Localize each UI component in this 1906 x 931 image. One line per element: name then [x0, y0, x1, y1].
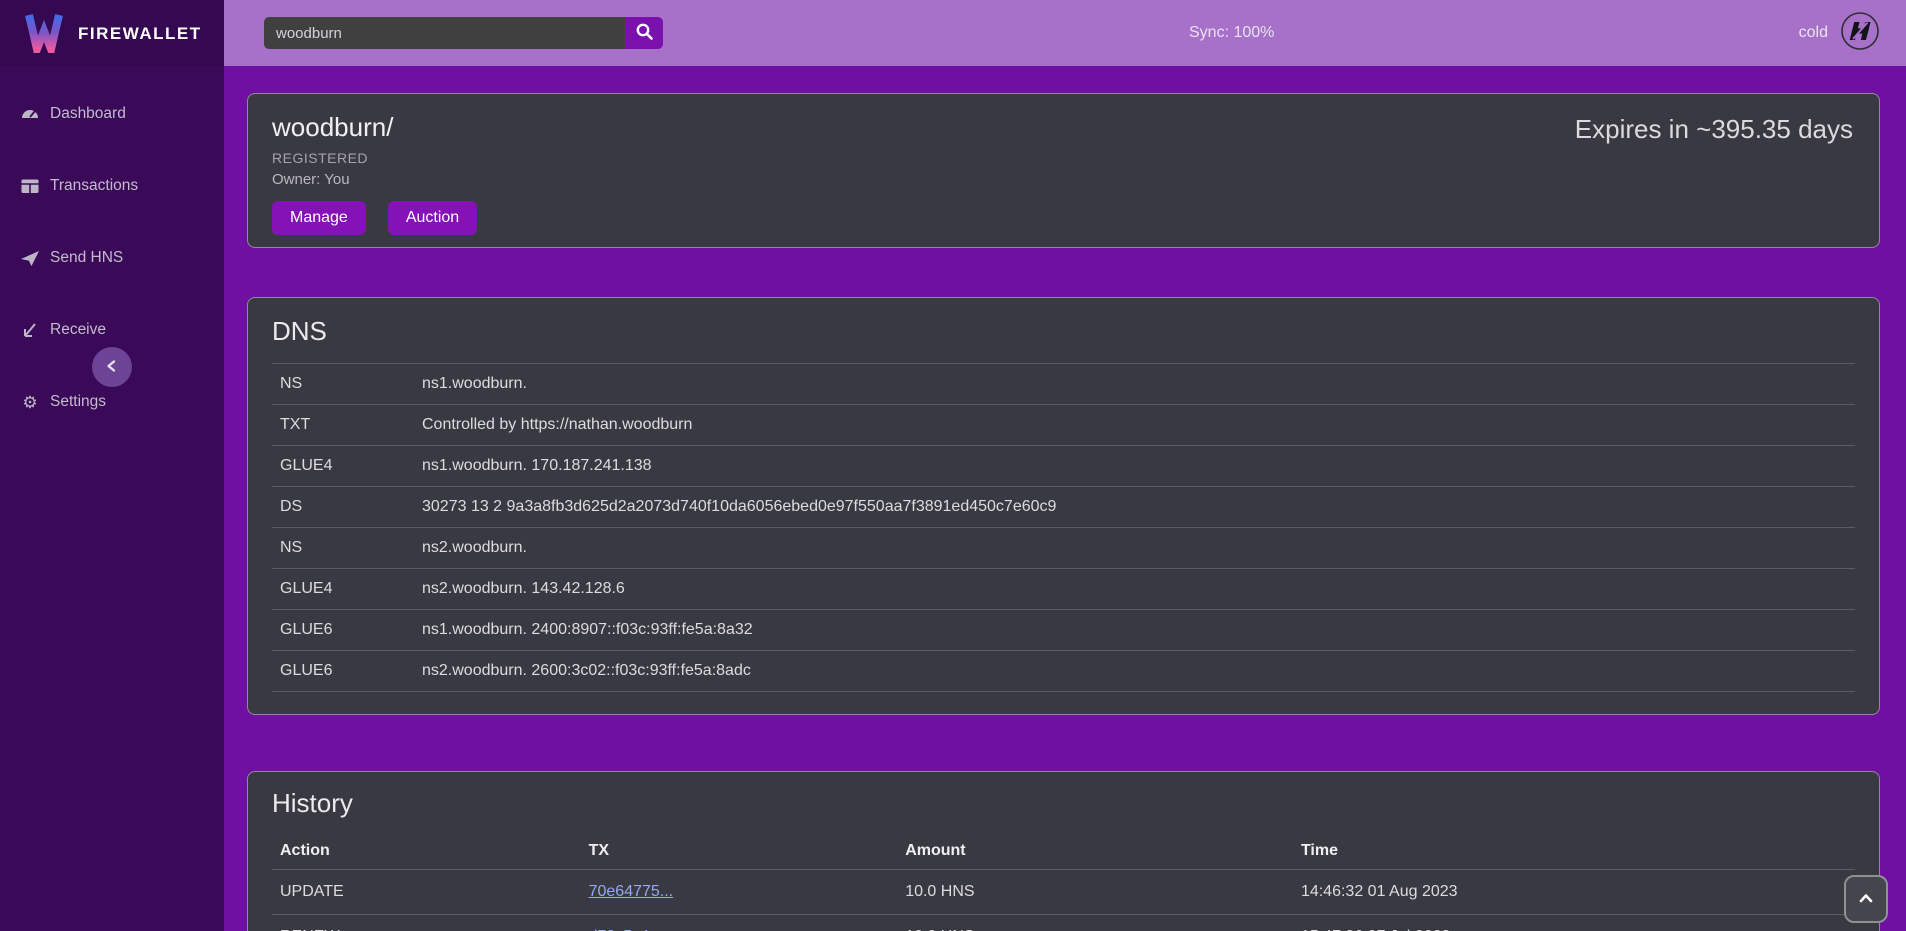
sidebar-item-label: Send HNS — [50, 249, 123, 267]
dns-record-value: ns2.woodburn. 2600:3c02::f03c:93ff:fe5a:… — [422, 651, 1855, 692]
dns-record-row: GLUE4 ns1.woodburn. 170.187.241.138 — [272, 446, 1855, 487]
dns-record-value: 30273 13 2 9a3a8fb3d625d2a2073d740f10da6… — [422, 487, 1855, 528]
dns-record-type: TXT — [272, 405, 422, 446]
handshake-logo-icon — [1840, 11, 1880, 56]
history-amount: 10.0 HNS — [905, 869, 1301, 914]
dns-record-value: ns1.woodburn. — [422, 364, 1855, 405]
history-card: History Action TX Amount Time UPDATE 70e… — [247, 771, 1880, 931]
receive-arrow-icon — [20, 320, 40, 340]
dns-record-value: ns1.woodburn. 170.187.241.138 — [422, 446, 1855, 487]
history-col-tx: TX — [589, 833, 906, 869]
dns-record-row: NS ns2.woodburn. — [272, 528, 1855, 569]
search-button[interactable] — [625, 17, 663, 49]
history-action: RENEW — [272, 914, 589, 931]
manage-button[interactable]: Manage — [272, 201, 366, 235]
send-plane-icon — [20, 248, 40, 268]
dns-record-type: GLUE6 — [272, 651, 422, 692]
domain-owner: Owner: You — [272, 171, 1855, 188]
dns-record-value: ns1.woodburn. 2400:8907::f03c:93ff:fe5a:… — [422, 610, 1855, 651]
topbar: Sync: 100% cold — [224, 0, 1906, 66]
history-action: UPDATE — [272, 869, 589, 914]
dns-card: DNS NS ns1.woodburn. TXT Controlled by h… — [247, 297, 1880, 715]
history-col-time: Time — [1301, 833, 1855, 869]
sidebar-item-send-hns[interactable]: Send HNS — [0, 234, 224, 282]
sidebar-item-label: Dashboard — [50, 105, 126, 123]
history-row: UPDATE 70e64775... 10.0 HNS 14:46:32 01 … — [272, 869, 1855, 914]
history-col-action: Action — [272, 833, 589, 869]
dns-record-type: GLUE6 — [272, 610, 422, 651]
chevron-left-icon — [104, 358, 120, 377]
dashboard-gauge-icon — [20, 104, 40, 124]
dns-record-row: DS 30273 13 2 9a3a8fb3d625d2a2073d740f10… — [272, 487, 1855, 528]
domain-status: REGISTERED — [272, 150, 1855, 166]
sidebar-item-label: Receive — [50, 321, 106, 339]
app-logo: FIREWALLET — [0, 0, 224, 66]
search-group — [264, 17, 663, 49]
dns-record-type: NS — [272, 364, 422, 405]
history-row: RENEW d73c5c4... 10.0 HNS 15:47:36 07 Ju… — [272, 914, 1855, 931]
sidebar-item-label: Settings — [50, 393, 106, 411]
tx-link[interactable]: 70e64775... — [589, 883, 674, 900]
firewallet-logo-icon — [22, 11, 66, 58]
dns-record-type: DS — [272, 487, 422, 528]
sidebar-collapse-button[interactable] — [92, 347, 132, 387]
transactions-table-icon — [20, 176, 40, 196]
history-title: History — [272, 788, 1855, 819]
wallet-name: cold — [1799, 24, 1828, 42]
wallet-selector[interactable]: cold — [1799, 0, 1880, 66]
dns-record-value: ns2.woodburn. 143.42.128.6 — [422, 569, 1855, 610]
main-content: woodburn/ REGISTERED Owner: You Manage A… — [224, 66, 1906, 931]
sync-status: Sync: 100% — [1189, 0, 1274, 66]
chevron-up-icon — [1857, 892, 1875, 907]
settings-gear-icon: ⚙ — [20, 392, 40, 412]
history-time: 15:47:36 07 Jul 2023 — [1301, 914, 1855, 931]
history-time: 14:46:32 01 Aug 2023 — [1301, 869, 1855, 914]
dns-record-row: GLUE6 ns2.woodburn. 2600:3c02::f03c:93ff… — [272, 651, 1855, 692]
domain-card: woodburn/ REGISTERED Owner: You Manage A… — [247, 93, 1880, 248]
domain-expiry: Expires in ~395.35 days — [1575, 114, 1853, 145]
history-amount: 10.0 HNS — [905, 914, 1301, 931]
sidebar-item-transactions[interactable]: Transactions — [0, 162, 224, 210]
sidebar: FIREWALLET Dashboard Transactions — [0, 0, 224, 931]
dns-record-row: GLUE6 ns1.woodburn. 2400:8907::f03c:93ff… — [272, 610, 1855, 651]
history-table: Action TX Amount Time UPDATE 70e64775...… — [272, 833, 1855, 931]
dns-record-value: ns2.woodburn. — [422, 528, 1855, 569]
dns-record-row: GLUE4 ns2.woodburn. 143.42.128.6 — [272, 569, 1855, 610]
dns-record-row: TXT Controlled by https://nathan.woodbur… — [272, 405, 1855, 446]
search-input[interactable] — [264, 17, 625, 49]
sidebar-item-label: Transactions — [50, 177, 138, 195]
search-icon — [635, 22, 654, 44]
dns-record-row: NS ns1.woodburn. — [272, 364, 1855, 405]
dns-record-value: Controlled by https://nathan.woodburn — [422, 405, 1855, 446]
history-col-amount: Amount — [905, 833, 1301, 869]
dns-record-type: GLUE4 — [272, 569, 422, 610]
dns-records-table: NS ns1.woodburn. TXT Controlled by https… — [272, 363, 1855, 692]
scroll-to-top-button[interactable] — [1844, 875, 1888, 923]
dns-title: DNS — [272, 316, 1855, 347]
sidebar-item-dashboard[interactable]: Dashboard — [0, 90, 224, 138]
dns-record-type: NS — [272, 528, 422, 569]
dns-record-type: GLUE4 — [272, 446, 422, 487]
app-title: FIREWALLET — [78, 24, 202, 44]
auction-button[interactable]: Auction — [388, 201, 477, 235]
history-header-row: Action TX Amount Time — [272, 833, 1855, 869]
